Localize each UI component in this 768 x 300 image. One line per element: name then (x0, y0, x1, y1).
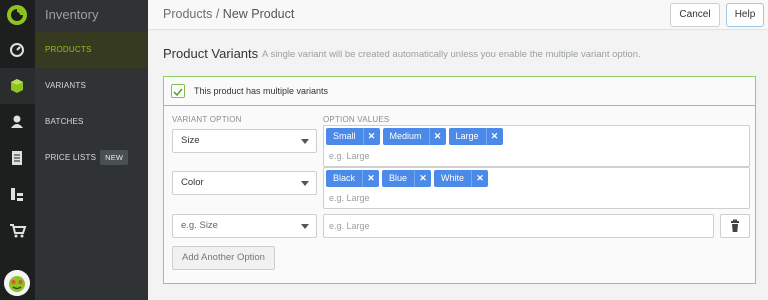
tag-remove-icon[interactable]: ✕ (471, 170, 488, 187)
new-variant-option-select[interactable]: e.g. Size (172, 214, 317, 238)
breadcrumb-current: New Product (222, 7, 295, 21)
checkmark-icon (173, 88, 183, 97)
sidebar-item-price-lists[interactable]: PRICE LISTS NEW (35, 140, 148, 176)
sidebar-item-label: PRICE LISTS (45, 153, 97, 162)
multiple-variants-checkbox[interactable] (171, 84, 185, 98)
logo-icon[interactable] (6, 4, 28, 26)
option-values-input[interactable]: e.g. Large (329, 193, 370, 203)
option-tag-label: Small (333, 131, 356, 141)
option-tag: Blue ✕ (382, 170, 432, 187)
tag-remove-icon[interactable]: ✕ (485, 128, 503, 145)
cart-icon[interactable] (6, 219, 28, 241)
top-bar: Products / New Product Cancel Help (148, 0, 768, 30)
option-tag: Black ✕ (326, 170, 380, 187)
document-icon[interactable] (6, 147, 28, 169)
icon-rail (0, 0, 35, 300)
option-tag-label: White (441, 173, 465, 183)
remove-option-button[interactable] (720, 214, 750, 238)
option-tag: Medium ✕ (382, 128, 446, 145)
avatar[interactable] (4, 270, 30, 296)
option-tags: Small ✕ Medium ✕ Large ✕ (326, 128, 503, 145)
variant-option-select[interactable]: Size (172, 129, 317, 153)
breadcrumb-parent[interactable]: Products (163, 7, 212, 21)
box-icon[interactable] (6, 75, 28, 97)
sidebar-item-products[interactable]: PRODUCTS (35, 32, 148, 68)
option-tag-label: Blue (389, 173, 408, 183)
option-values-header: OPTION VALUES (323, 115, 390, 124)
sidebar-nav: Inventory PRODUCTS VARIANTS BATCHES PRIC… (35, 0, 148, 300)
variant-option-value: Size (181, 135, 200, 146)
variants-panel: This product has multiple variants VARIA… (163, 76, 756, 284)
breadcrumb: Products / New Product (163, 7, 294, 21)
multiple-variants-label: This product has multiple variants (194, 86, 329, 96)
variant-option-header: VARIANT OPTION (172, 115, 242, 124)
new-badge: NEW (100, 150, 129, 166)
option-tag-label: Black (333, 173, 356, 183)
option-values-field[interactable]: Black ✕ Blue ✕ White ✕ e.g. Large (323, 167, 750, 209)
option-tag: Small ✕ (326, 128, 380, 145)
main-content: Products / New Product Cancel Help Produ… (148, 0, 768, 300)
sidebar-item-batches[interactable]: BATCHES (35, 104, 148, 140)
tag-remove-icon[interactable]: ✕ (362, 128, 380, 145)
chevron-down-icon (301, 139, 309, 144)
tag-remove-icon[interactable]: ✕ (362, 170, 379, 187)
tag-remove-icon[interactable]: ✕ (414, 170, 431, 187)
cancel-button[interactable]: Cancel (670, 3, 720, 27)
option-tag-label: Large (455, 131, 479, 141)
app-brand: Inventory (45, 7, 99, 22)
chevron-down-icon (301, 181, 309, 186)
option-values-input[interactable]: e.g. Large (329, 151, 370, 161)
section-title: Product Variants (163, 46, 259, 61)
multiple-variants-row: This product has multiple variants (164, 77, 755, 106)
user-icon[interactable] (6, 111, 28, 133)
option-tag: Large ✕ (448, 128, 503, 145)
option-tag: White ✕ (434, 170, 489, 187)
dashboard-icon[interactable] (6, 38, 28, 60)
help-button[interactable]: Help (726, 3, 764, 27)
chevron-down-icon (301, 224, 309, 229)
breadcrumb-separator: / (215, 7, 220, 21)
option-tag-label: Medium (389, 131, 422, 141)
option-tags: Black ✕ Blue ✕ White ✕ (326, 170, 489, 187)
variant-option-select[interactable]: Color (172, 171, 317, 195)
section-subtitle: A single variant will be created automat… (262, 49, 641, 60)
tag-remove-icon[interactable]: ✕ (428, 128, 446, 145)
add-another-option-button[interactable]: Add Another Option (172, 246, 275, 270)
variant-option-value: Color (181, 177, 204, 188)
hierarchy-icon[interactable] (6, 183, 28, 205)
new-option-values-input[interactable]: e.g. Large (323, 214, 714, 238)
option-values-field[interactable]: Small ✕ Medium ✕ Large ✕ e.g. Large (323, 125, 750, 167)
trash-icon (731, 219, 739, 232)
variant-option-placeholder: e.g. Size (181, 220, 218, 231)
sidebar-item-variants[interactable]: VARIANTS (35, 68, 148, 104)
